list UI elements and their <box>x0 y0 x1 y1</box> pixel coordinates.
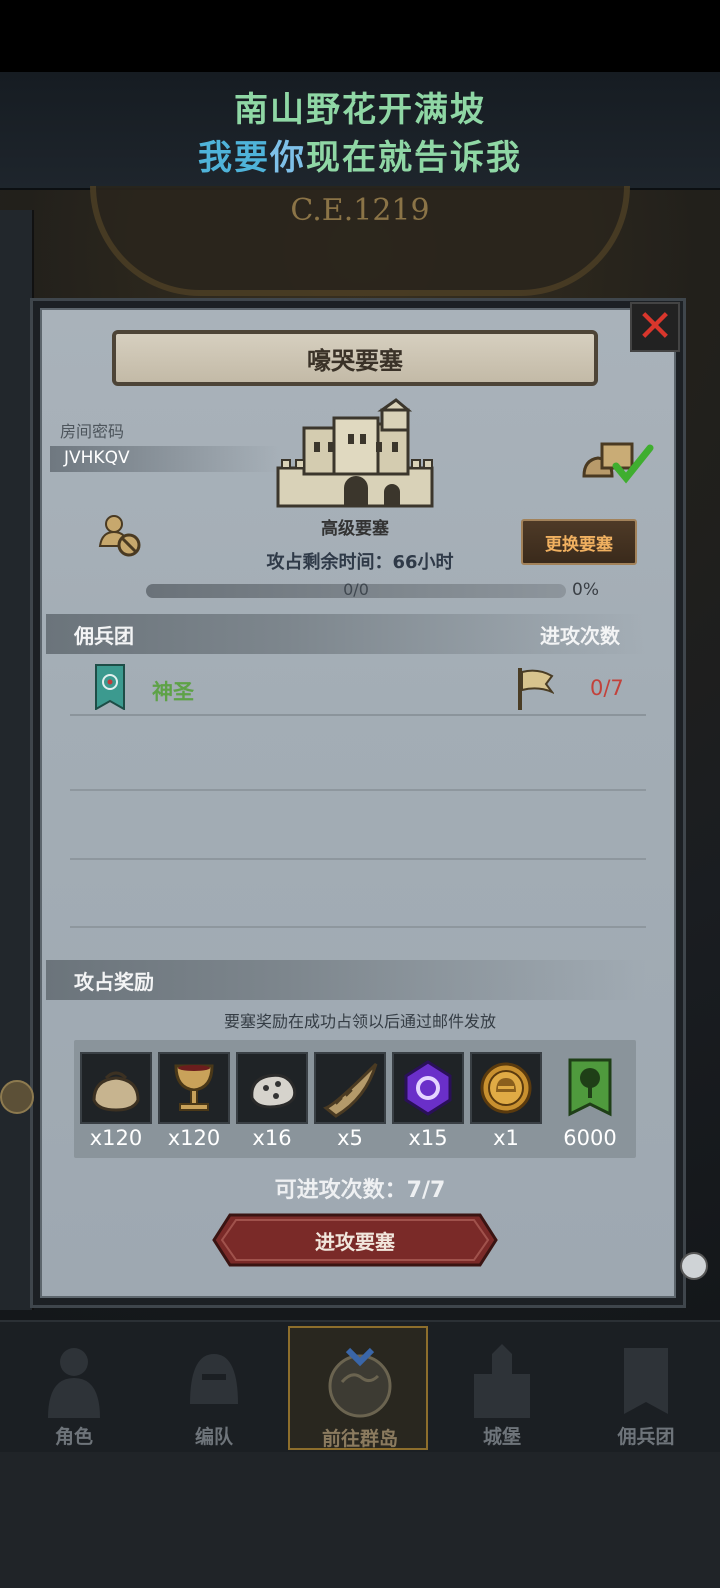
room-code-label: 房间密码 <box>60 422 125 441</box>
mercenary-attack-count: 0/7 <box>590 676 624 700</box>
pouch-icon <box>92 1071 140 1112</box>
reward-item[interactable] <box>158 1052 230 1124</box>
nav-item-castle[interactable]: 城堡 <box>432 1326 572 1450</box>
nav-label: 佣兵团 <box>617 1426 675 1448</box>
mercenary-name: 神圣 <box>152 680 194 704</box>
empty-row-divider <box>70 789 646 791</box>
tree-banner-icon <box>568 1058 612 1117</box>
fortress-type: 高级要塞 <box>321 519 389 539</box>
nav-label: 角色 <box>54 1426 93 1448</box>
reward-qty: x5 <box>337 1126 363 1150</box>
reward-header: 攻占奖励 <box>74 970 154 994</box>
reward-qty: x16 <box>252 1126 292 1150</box>
guild-banner-icon <box>95 664 125 710</box>
side-shortcut-icon[interactable] <box>0 1080 34 1114</box>
nav-label: 编队 <box>194 1426 233 1448</box>
globe-icon <box>328 1347 392 1418</box>
nav-item-mercenary[interactable]: 佣兵团 <box>576 1326 716 1450</box>
time-remaining: 攻占剩余时间：66小时 <box>266 552 454 573</box>
dialog-title-plate: 嚎哭要塞 <box>112 330 598 386</box>
no-player-icon <box>98 515 141 557</box>
purple-gem-icon <box>404 1060 452 1116</box>
status-bar <box>0 0 720 72</box>
gesture-area <box>0 1452 720 1588</box>
chalice-icon <box>174 1064 214 1111</box>
attack-fortress-button[interactable]: 进攻要塞 <box>212 1213 498 1267</box>
reward-item[interactable] <box>470 1052 542 1124</box>
empty-row-divider <box>70 858 646 860</box>
reward-item[interactable] <box>554 1052 626 1124</box>
capture-progress-text: 0/0 <box>343 580 369 599</box>
attack-count-header: 进攻次数 <box>540 624 620 648</box>
close-icon: ✕ <box>636 301 674 352</box>
banner-line-2: 我要你现在就告诉我 <box>198 138 522 178</box>
attack-fortress-label: 进攻要塞 <box>315 1230 395 1254</box>
banner-line-1: 南山野花开满坡 <box>234 90 486 130</box>
reward-item[interactable] <box>80 1052 152 1124</box>
empty-row-divider <box>70 926 646 928</box>
dialog-title: 嚎哭要塞 <box>307 346 403 375</box>
flag-icon <box>518 668 554 710</box>
reward-qty: x1 <box>493 1126 519 1150</box>
close-button[interactable]: ✕ <box>630 302 680 352</box>
reward-qty: x15 <box>408 1126 448 1150</box>
reward-qty: x120 <box>89 1126 143 1150</box>
gold-medal-icon <box>480 1062 532 1114</box>
reward-item[interactable] <box>236 1052 308 1124</box>
horn-icon <box>323 1062 378 1118</box>
ore-icon <box>250 1073 297 1109</box>
reward-qty: x120 <box>167 1126 221 1150</box>
nav-item-islands[interactable]: 前往群岛 <box>288 1326 428 1450</box>
nav-item-formation[interactable]: 编队 <box>144 1326 284 1450</box>
helmet-icon <box>190 1354 238 1404</box>
reward-note: 要塞奖励在成功占领以后通过邮件发放 <box>223 1012 496 1031</box>
side-toggle-button[interactable] <box>680 1252 708 1280</box>
reward-item[interactable] <box>314 1052 386 1124</box>
supplies-ready-icon <box>582 442 654 484</box>
castle-nav-icon <box>474 1344 530 1418</box>
nav-item-character[interactable]: 角色 <box>4 1326 144 1450</box>
mercenary-icon <box>624 1348 668 1414</box>
room-code-value: JVHKQV <box>64 448 130 468</box>
left-side-panel <box>0 210 34 1310</box>
reward-qty: 6000 <box>563 1126 617 1150</box>
attacks-remaining: 可进攻次数：7/7 <box>274 1178 446 1203</box>
nav-label: 城堡 <box>482 1426 521 1448</box>
change-fortress-label: 更换要塞 <box>545 534 613 555</box>
change-fortress-button[interactable]: 更换要塞 <box>521 519 637 565</box>
mercenary-header: 佣兵团 <box>74 624 134 648</box>
capture-progress-percent: 0% <box>572 580 599 600</box>
nav-label: 前往群岛 <box>321 1428 398 1450</box>
reward-item[interactable] <box>392 1052 464 1124</box>
era-label: C.E.1219 <box>290 193 430 228</box>
castle-icon <box>276 398 434 508</box>
knight-icon <box>48 1348 100 1418</box>
room-code-field: JVHKQV <box>50 446 280 472</box>
